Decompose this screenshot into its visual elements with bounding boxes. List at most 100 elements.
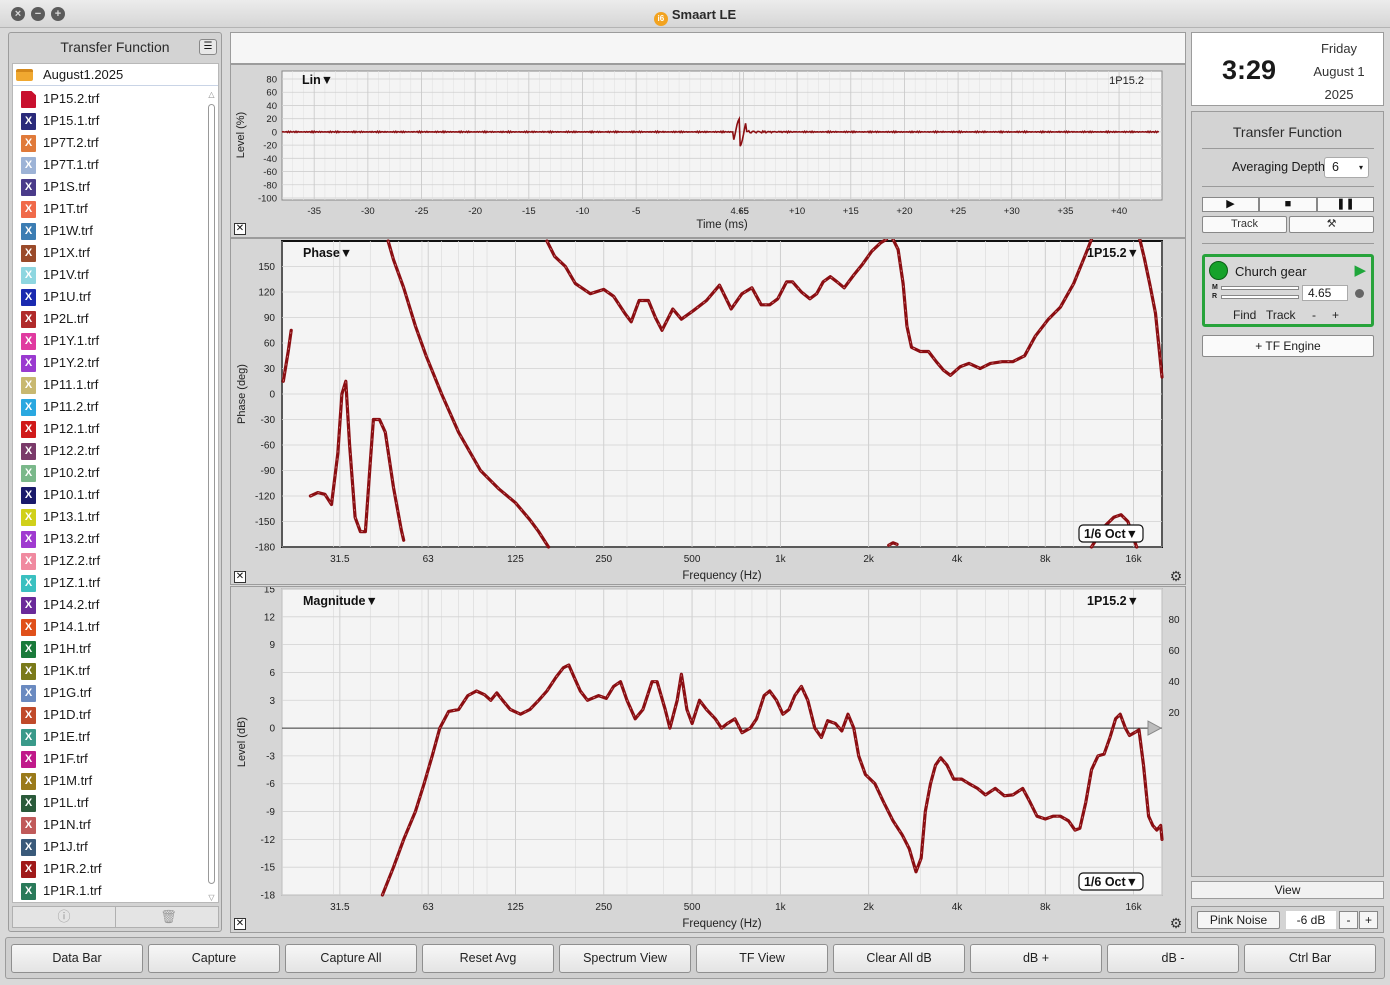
close-plot-icon[interactable]: ✕ — [234, 571, 246, 583]
delay-minus-button[interactable]: - — [1312, 308, 1316, 322]
command-button-tf-view[interactable]: TF View — [696, 944, 828, 973]
folder-item[interactable]: August1.2025 — [13, 64, 218, 86]
gear-icon[interactable]: ⚙ — [1169, 569, 1183, 583]
play-icon[interactable]: ▶ — [1354, 261, 1366, 279]
command-button-capture[interactable]: Capture — [148, 944, 280, 973]
command-button-clear-all-db[interactable]: Clear All dB — [833, 944, 965, 973]
scroll-up-icon[interactable]: △ — [207, 90, 216, 99]
file-item[interactable]: X 1P1L.trf — [13, 792, 208, 814]
file-item[interactable]: X 1P1H.trf — [13, 638, 208, 660]
y-tick-label: -6 — [266, 779, 275, 790]
file-item[interactable]: X 1P10.1.trf — [13, 484, 208, 506]
generator-gain-field[interactable]: -6 dB — [1286, 911, 1336, 929]
file-item[interactable]: X 1P1J.trf — [13, 836, 208, 858]
magnitude-plot[interactable]: 31.5 63 125 250 500 1k 2k 4k 8k 16k15129630-3-6-9… — [231, 587, 1187, 934]
impulse-plot[interactable]: 80 60 40 20 0 -20 -40 -60 -80 -100 -35 -30 -25 -20 -15… — [231, 65, 1187, 239]
command-button-ctrl-bar[interactable]: Ctrl Bar — [1244, 944, 1376, 973]
file-item[interactable]: X 1P1Y.2.trf — [13, 352, 208, 374]
tools-icon[interactable]: ⚒ — [1289, 216, 1374, 233]
file-item[interactable]: X 1P1K.trf — [13, 660, 208, 682]
phase-plot[interactable]: 31.5 63 125 250 500 1k 2k 4k 8k 16k 150 120 90 60 30 0 -… — [231, 239, 1187, 586]
command-button-db[interactable]: dB + — [970, 944, 1102, 973]
close-plot-icon[interactable]: ✕ — [234, 223, 246, 235]
command-button-db[interactable]: dB - — [1107, 944, 1239, 973]
file-item[interactable]: X 1P1Z.2.trf — [13, 550, 208, 572]
scrollbar-thumb[interactable] — [208, 104, 215, 884]
y2-tick-label: 60 — [1168, 646, 1180, 657]
stop-button[interactable]: ■ — [1259, 197, 1317, 212]
gear-icon[interactable]: ⚙ — [1169, 916, 1183, 930]
file-item[interactable]: X 1P11.1.trf — [13, 374, 208, 396]
file-item[interactable]: X 1P1Z.1.trf — [13, 572, 208, 594]
file-item[interactable]: X 1P1X.trf — [13, 242, 208, 264]
file-item[interactable]: X 1P13.2.trf — [13, 528, 208, 550]
gain-minus-button[interactable]: - — [1339, 911, 1358, 929]
panel-menu-icon[interactable]: ☰ — [199, 39, 217, 55]
file-item[interactable]: X 1P1G.trf — [13, 682, 208, 704]
view-button[interactable]: View — [1191, 881, 1384, 899]
y-tick-label: 15 — [264, 587, 276, 596]
file-item[interactable]: X 1P1F.trf — [13, 748, 208, 770]
file-list-scrollbar[interactable]: △ ▽ — [207, 90, 216, 902]
file-label: 1P11.2.trf — [43, 399, 99, 414]
file-item[interactable]: X 1P1Y.1.trf — [13, 330, 208, 352]
file-item[interactable]: X 1P12.2.trf — [13, 440, 208, 462]
file-item[interactable]: X 1P2L.trf — [13, 308, 208, 330]
pause-button[interactable]: ❚❚ — [1317, 197, 1374, 212]
file-item[interactable]: X 1P1T.trf — [13, 198, 208, 220]
smoothing-select[interactable]: 1/6 Oct▼ — [1078, 872, 1144, 891]
gain-plus-button[interactable]: + — [1359, 911, 1378, 929]
file-item[interactable]: X 1P1S.trf — [13, 176, 208, 198]
find-delay-button[interactable]: Find — [1233, 308, 1256, 322]
file-item[interactable]: X 1P1V.trf — [13, 264, 208, 286]
x-tick-label: 8k — [1040, 554, 1052, 565]
command-button-reset-avg[interactable]: Reset Avg — [422, 944, 554, 973]
file-item[interactable]: X 1P1U.trf — [13, 286, 208, 308]
file-item[interactable]: 1P15.2.trf — [13, 88, 208, 110]
file-item[interactable]: X 1P1W.trf — [13, 220, 208, 242]
file-item[interactable]: X 1P1N.trf — [13, 814, 208, 836]
pink-noise-button[interactable]: Pink Noise — [1197, 911, 1280, 929]
averaging-depth-select[interactable]: 6 ▾ — [1324, 157, 1369, 178]
y-tick-label: 60 — [266, 88, 277, 99]
file-item[interactable]: X 1P11.2.trf — [13, 396, 208, 418]
file-item[interactable]: X 1P7T.2.trf — [13, 132, 208, 154]
command-button-data-bar[interactable]: Data Bar — [11, 944, 143, 973]
file-item[interactable]: X 1P1E.trf — [13, 726, 208, 748]
close-plot-icon[interactable]: ✕ — [234, 918, 246, 930]
delay-plus-button[interactable]: + — [1332, 308, 1339, 322]
file-item[interactable]: X 1P15.1.trf — [13, 110, 208, 132]
play-button[interactable]: ▶ — [1202, 197, 1259, 212]
file-item[interactable]: X 1P7T.1.trf — [13, 154, 208, 176]
file-item[interactable]: X 1P1R.2.trf — [13, 858, 208, 880]
file-item[interactable]: X 1P14.2.trf — [13, 594, 208, 616]
add-tf-engine-button[interactable]: + TF Engine — [1202, 335, 1374, 357]
y2-tick-label: 40 — [1168, 677, 1180, 688]
file-item[interactable]: X 1P12.1.trf — [13, 418, 208, 440]
file-item[interactable]: X 1P13.1.trf — [13, 506, 208, 528]
file-item[interactable]: X 1P1R.1.trf — [13, 880, 208, 902]
file-icon: X — [21, 223, 36, 240]
file-item[interactable]: X 1P10.2.trf — [13, 462, 208, 484]
trash-icon[interactable]: 🗑 — [117, 907, 220, 927]
engine-status-led[interactable] — [1209, 261, 1228, 280]
track-delay-button[interactable]: Track — [1266, 308, 1296, 322]
y-axis-label: Level (dB) — [236, 717, 248, 767]
x-tick-label: -15 — [522, 206, 536, 217]
file-label: 1P1K.trf — [43, 663, 90, 678]
file-item[interactable]: X 1P1M.trf — [13, 770, 208, 792]
file-item[interactable]: X 1P1D.trf — [13, 704, 208, 726]
file-label: 1P15.1.trf — [43, 113, 100, 128]
command-button-capture-all[interactable]: Capture All — [285, 944, 417, 973]
track-button[interactable]: Track — [1202, 216, 1287, 233]
delay-input[interactable]: 4.65 — [1302, 285, 1348, 301]
file-item[interactable]: X 1P14.1.trf — [13, 616, 208, 638]
file-label: 1P1L.trf — [43, 795, 89, 810]
smoothing-select[interactable]: 1/6 Oct▼ — [1078, 524, 1144, 543]
scroll-down-icon[interactable]: ▽ — [207, 893, 216, 902]
tf-engine-church-gear[interactable]: Church gear ▶ M R 4.65 Find Track - + — [1202, 254, 1374, 327]
command-button-spectrum-view[interactable]: Spectrum View — [559, 944, 691, 973]
y-tick-label: -40 — [263, 154, 277, 165]
info-icon[interactable]: ⓘ — [13, 907, 116, 927]
file-label: 1P1R.2.trf — [43, 861, 102, 876]
